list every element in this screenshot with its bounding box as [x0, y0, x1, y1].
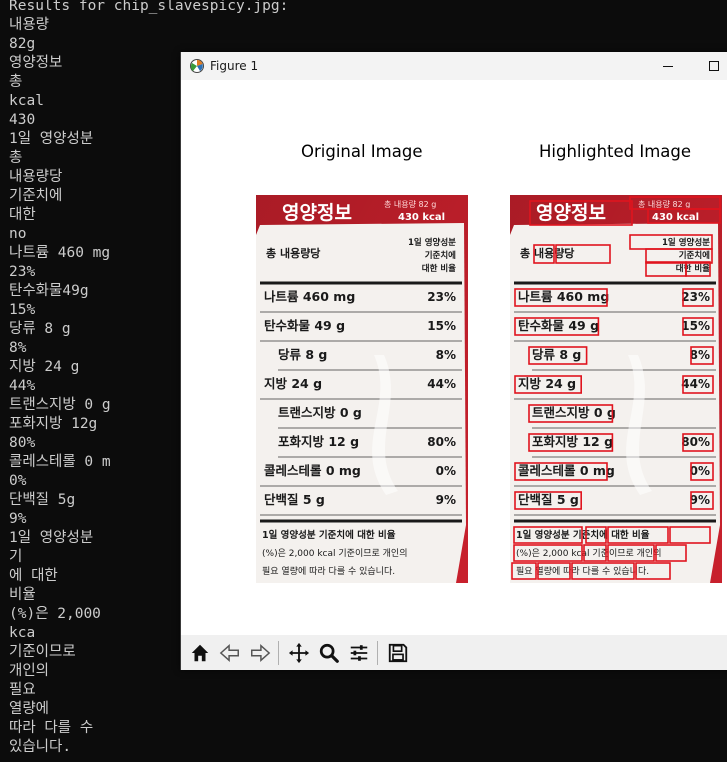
zoom-button[interactable]: [314, 638, 343, 667]
nutrient-name: 나트륨 460 mg: [518, 289, 609, 304]
forward-icon: [250, 643, 270, 662]
window-title: Figure 1: [210, 59, 259, 73]
nutrient-percent: 8%: [690, 348, 710, 362]
highlighted-image-title: Highlighted Image: [539, 142, 692, 161]
nutrient-name: 나트륨 460 mg: [264, 289, 355, 304]
nutrient-name: 트랜스지방 0 g: [278, 405, 362, 420]
zoom-icon: [319, 643, 339, 663]
original-image: 영양정보 총 내용량 82 g 430 kcal 총 내용량당 1일 영양성분기준치에대…: [256, 195, 468, 583]
nutrient-name: 지방 24 g: [518, 376, 576, 391]
home-icon: [191, 644, 208, 661]
nutrient-percent: 15%: [427, 319, 456, 333]
back-icon: [219, 643, 239, 662]
toolbar-separator: [377, 640, 378, 665]
nutrient-percent: 80%: [681, 435, 710, 449]
nutrient-percent: 9%: [690, 493, 710, 507]
label-panel: [256, 223, 466, 583]
nutrient-name: 포화지방 12 g: [278, 434, 359, 449]
nutrient-name: 탄수화물 49 g: [518, 318, 599, 333]
toolbar-separator: [278, 640, 279, 665]
maximize-button[interactable]: [691, 52, 727, 80]
save-icon: [388, 643, 407, 662]
terminal-line: 있습니다.: [9, 739, 72, 755]
label-footer: 1일 영양성분 기준치에 대한 비율: [262, 529, 396, 541]
minimize-button[interactable]: [645, 52, 691, 80]
nutrient-percent: 44%: [427, 377, 456, 391]
forward-button[interactable]: [245, 638, 274, 667]
terminal-line: Results for chip_slavespicy.jpg:: [9, 0, 289, 14]
highlighted-image: 영양정보 총 내용량 82 g 430 kcal 총 내용량당 1일 영양성분기준치에대…: [510, 195, 722, 583]
matplotlib-figure-window[interactable]: Figure 1 Original Image Highlighted Imag…: [180, 52, 727, 670]
save-button[interactable]: [383, 638, 412, 667]
label-per-total: 총 내용량당: [520, 246, 574, 260]
label-header-kcal: 430 kcal: [652, 212, 699, 223]
nutrient-name: 포화지방 12 g: [532, 434, 613, 449]
label-per-total: 총 내용량당: [266, 246, 320, 260]
nutrient-percent: 80%: [427, 435, 456, 449]
figure-canvas[interactable]: Original Image Highlighted Image 영양정보총 내…: [181, 80, 727, 635]
nutrient-name: 단백질 5 g: [518, 492, 579, 507]
pan-icon: [288, 642, 309, 663]
nutrient-percent: 23%: [427, 290, 456, 304]
minimize-icon: [663, 66, 673, 67]
terminal-line: 따라 다를 수: [9, 720, 94, 736]
terminal-line: 필요: [9, 682, 36, 698]
configure-subplots-icon: [350, 644, 367, 661]
nutrient-name: 콜레스테롤 0 mg: [518, 463, 615, 478]
nutrient-percent: 8%: [436, 348, 456, 362]
nutrient-percent: 15%: [681, 319, 710, 333]
nutrient-percent: 0%: [690, 464, 710, 478]
nutrient-percent: 44%: [681, 377, 710, 391]
configure-subplots-button[interactable]: [344, 638, 373, 667]
nutrient-percent: 23%: [681, 290, 710, 304]
label-header: 영양정보: [282, 202, 352, 224]
label-header-weight: 총 내용량 82 g: [638, 199, 690, 209]
nutrient-name: 단백질 5 g: [264, 492, 325, 507]
nutrient-percent: 0%: [436, 464, 456, 478]
label-daily-value: 기준치에: [425, 250, 456, 261]
label-daily-value: 1일 영양성분: [662, 237, 710, 248]
nutrient-name: 콜레스테롤 0 mg: [264, 463, 361, 478]
label-footer: (%)은 2,000 kcal 기준이므로 개인의: [516, 548, 661, 559]
terminal-line: 내용량: [9, 17, 50, 33]
pan-button[interactable]: [284, 638, 313, 667]
label-daily-value: 1일 영양성분: [408, 237, 456, 248]
maximize-icon: [709, 61, 719, 71]
label-footer: 필요 열량에 따라 다를 수 있습니다.: [262, 565, 395, 577]
label-header-kcal: 430 kcal: [398, 212, 445, 223]
window-titlebar[interactable]: Figure 1: [181, 52, 727, 80]
figure-app-icon: [189, 58, 205, 74]
label-daily-value: 기준치에: [679, 250, 710, 261]
label-footer: (%)은 2,000 kcal 기준이므로 개인의: [262, 548, 407, 559]
navigation-toolbar: [181, 635, 727, 670]
label-header-weight: 총 내용량 82 g: [384, 199, 436, 209]
nutrient-name: 지방 24 g: [264, 376, 322, 391]
nutrient-name: 당류 8 g: [532, 347, 581, 362]
label-daily-value: 대한 비율: [676, 263, 710, 274]
nutrient-name: 트랜스지방 0 g: [532, 405, 616, 420]
back-button[interactable]: [215, 638, 244, 667]
label-daily-value: 대한 비율: [422, 263, 456, 274]
original-image-title: Original Image: [301, 142, 423, 161]
home-button[interactable]: [185, 638, 214, 667]
nutrient-percent: 9%: [436, 493, 456, 507]
label-footer: 1일 영양성분 기준치에 대한 비율: [516, 529, 650, 541]
terminal-line: 열량에: [9, 701, 50, 717]
nutrient-name: 당류 8 g: [278, 347, 327, 362]
nutrient-name: 탄수화물 49 g: [264, 318, 345, 333]
label-header: 영양정보: [536, 202, 606, 224]
label-panel: [510, 223, 720, 583]
